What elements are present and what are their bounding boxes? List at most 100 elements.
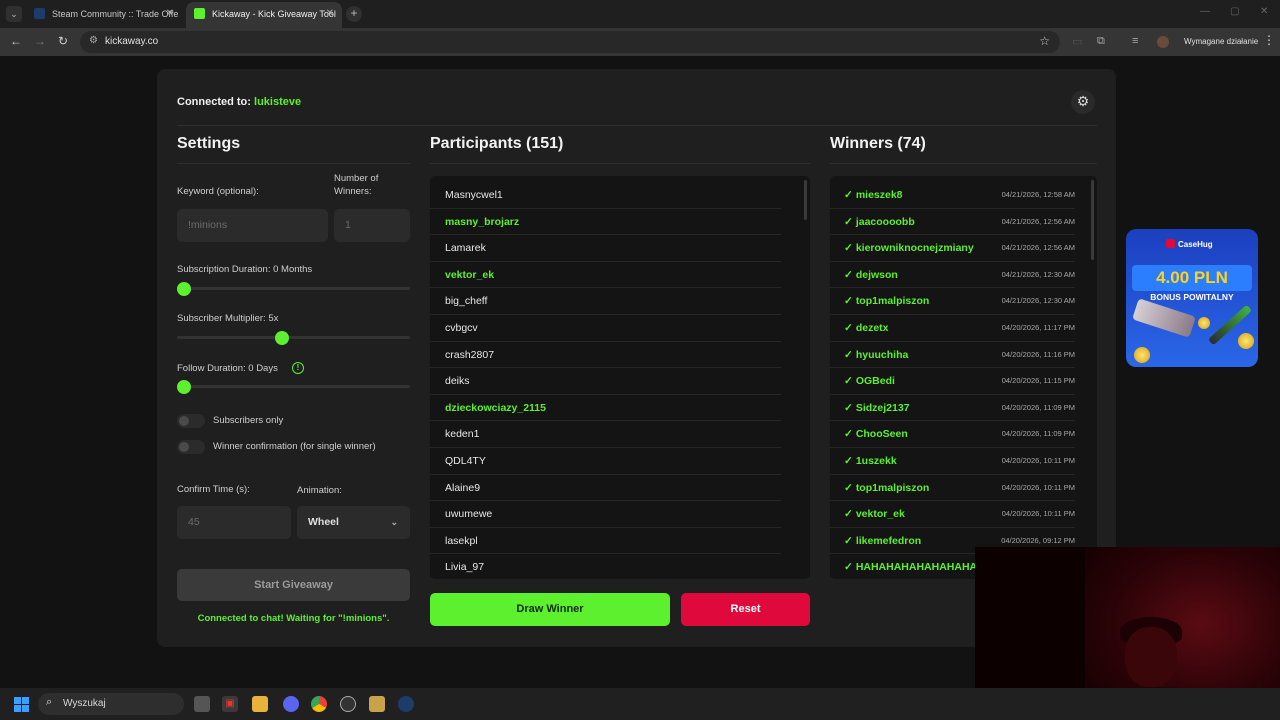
follow-duration-slider[interactable] [177,385,410,388]
reload-icon[interactable]: ↻ [58,34,68,48]
tab-close-icon[interactable]: ✕ [166,2,174,26]
divider [177,163,410,164]
obs-icon[interactable] [340,696,356,712]
divider [177,125,1097,126]
tab-search-chevron-icon[interactable]: ⌄ [6,6,22,22]
settings-title: Settings [177,135,241,152]
windows-taskbar: ⌕ Wyszukaj ▣ [0,688,1280,720]
winner-row: ✓ ChooSeen 04/20/2026, 11:09 PM [830,421,1075,448]
checkmark-icon: ✓ [844,189,853,201]
winners-count-label: Number of Winners: [334,173,379,197]
winner-timestamp: 04/20/2026, 10:11 PM [1001,482,1075,492]
casehug-logo: CaseHug [1166,239,1213,249]
close-window-icon[interactable]: ✕ [1260,6,1268,17]
toggle-knob [179,416,189,426]
follow-duration-handle[interactable] [177,380,191,394]
media-control-icon[interactable]: ≡ [1132,35,1138,47]
casehug-ad-banner[interactable]: CaseHug 4.00 PLN BONUS POWITALNY [1126,229,1258,367]
participant-row: QDL4TY [430,448,781,475]
minimize-icon[interactable]: — [1200,6,1210,17]
toggle-knob [179,442,189,452]
maximize-icon[interactable]: ▢ [1230,6,1239,17]
coin-icon [1198,317,1210,329]
coin-icon [1238,333,1254,349]
winner-timestamp: 04/20/2026, 11:16 PM [1001,349,1075,359]
cast-icon[interactable]: ▭ [1072,35,1082,48]
winner-timestamp: 04/21/2026, 12:30 AM [1001,269,1075,279]
draw-winner-button[interactable]: Draw Winner [430,593,670,626]
participant-row: keden1 [430,421,781,448]
settings-gear-icon[interactable]: ⚙ [1071,90,1095,114]
divider [830,163,1097,164]
winners-scrollbar[interactable] [1091,180,1094,260]
ad-brand: CaseHug [1178,240,1213,249]
address-bar[interactable]: ⚙ kickaway.co ☆ [80,31,1060,53]
tab-close-icon[interactable]: ✕ [326,2,334,26]
checkmark-icon: ✓ [844,401,853,414]
taskbar-search[interactable]: ⌕ Wyszukaj [38,693,184,715]
connected-user: lukisteve [254,96,302,108]
new-tab-plus-icon[interactable]: + [346,6,362,22]
file-explorer-icon[interactable] [252,696,268,712]
winner-row: ✓ dezetx 04/20/2026, 11:17 PM [830,315,1075,342]
info-warning-icon[interactable]: ! [292,362,304,374]
start-giveaway-button[interactable]: Start Giveaway [177,569,410,601]
winner-name: vektor_ek [855,508,905,521]
participants-scrollbar[interactable] [804,180,807,220]
tab-steam[interactable]: Steam Community :: Trade Offe ✕ [26,2,182,28]
chrome-icon[interactable] [311,696,327,712]
winner-timestamp: 04/20/2026, 11:17 PM [1001,323,1075,332]
extensions-icon[interactable]: ⧉ [1097,35,1105,48]
discord-icon[interactable] [283,696,299,712]
winner-row: ✓ 1uszekk 04/20/2026, 10:11 PM [830,448,1075,475]
participant-row: crash2807 [430,342,781,369]
winner-confirmation-toggle[interactable] [177,440,205,454]
windows-start-icon[interactable] [14,697,29,712]
profile-avatar-icon[interactable] [1157,36,1169,48]
participants-list[interactable]: Masnycwel1 masny_brojarz Lamarek vektor_ek b… [430,176,810,579]
action-required-button[interactable]: Wymagane działanie [1184,37,1258,46]
winner-row: ✓ dejwson 04/21/2026, 12:30 AM [830,262,1075,289]
keyword-input[interactable]: !minions [177,209,328,242]
participant-row: dzieckowciazy_2115 [430,395,781,422]
subscription-duration-slider[interactable] [177,287,410,290]
tab-title: Kickaway - Kick Giveaway Tool [212,9,336,19]
connection-status: Connected to: lukisteve [177,96,301,108]
back-icon[interactable]: ← [10,34,22,48]
winner-timestamp: 04/20/2026, 11:15 PM [1001,376,1075,386]
checkmark-icon: ✓ [844,348,853,361]
participant-row: cvbgcv [430,315,781,342]
bookmark-star-icon[interactable]: ☆ [1039,34,1050,48]
subscription-duration-handle[interactable] [177,282,191,296]
participant-row: lasekpl [430,528,781,555]
confirm-time-input[interactable]: 45 [177,506,291,539]
subscriber-multiplier-slider[interactable] [177,336,410,339]
chat-status-text: Connected to chat! Waiting for "!minions… [197,613,390,624]
subscribers-only-toggle[interactable] [177,414,205,428]
winners-count-input[interactable]: 1 [334,209,410,242]
app-icon[interactable] [369,696,385,712]
checkmark-icon: ✓ [844,455,853,467]
steam-icon[interactable] [398,696,414,712]
subscriber-multiplier-handle[interactable] [275,331,289,345]
winner-name: Sidzej2137 [855,401,910,414]
follow-duration-label: Follow Duration: 0 Days [177,363,278,374]
browser-menu-icon[interactable]: ⋮ [1263,33,1275,47]
app-icon[interactable]: ▣ [222,696,238,712]
reset-button[interactable]: Reset [681,593,810,626]
task-view-icon[interactable] [194,696,210,712]
winners-list[interactable]: ✓ mieszek8 04/21/2026, 12:58 AM ✓ jaacoooobb… [830,176,1097,579]
browser-tab-bar: ⌄ Steam Community :: Trade Offe ✕ Kickaw… [0,0,1280,28]
winner-name: hyuuchiha [855,348,909,361]
tab-title: Steam Community :: Trade Offe [52,9,179,19]
winner-confirmation-label: Winner confirmation (for single winner) [213,441,376,452]
site-info-icon[interactable]: ⚙ [89,35,98,46]
tab-kickaway[interactable]: Kickaway - Kick Giveaway Tool ✕ [186,2,342,28]
forward-icon[interactable]: → [34,34,46,48]
winner-timestamp: 04/20/2026, 11:09 PM [1001,402,1075,412]
webcam-person-head [1125,627,1177,687]
animation-select[interactable]: Wheel ⌄ [297,506,410,539]
winner-timestamp: 04/21/2026, 12:58 AM [1001,190,1075,199]
divider [430,163,810,164]
pistol-image [1132,298,1196,338]
